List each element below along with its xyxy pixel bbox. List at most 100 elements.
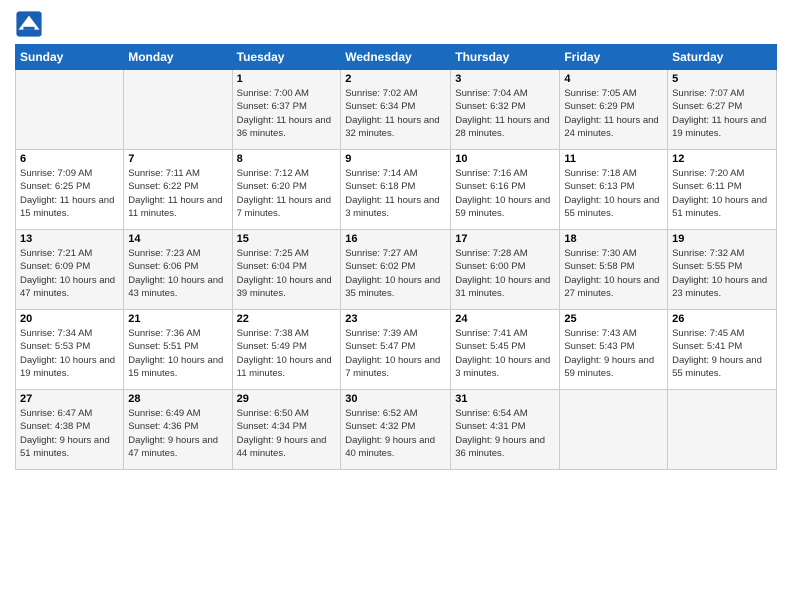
cell-w2-d5: 10Sunrise: 7:16 AMSunset: 6:16 PMDayligh… <box>451 150 560 230</box>
cell-w3-d6: 18 Sunrise: 7:30 AMSunset: 5:58 PMDayligh… <box>560 230 668 310</box>
cell-w4-d2: 21 Sunrise: 7:36 AMSunset: 5:51 PMDayligh… <box>124 310 232 390</box>
cell-w3-d2: 14 Sunrise: 7:23 AMSunset: 6:06 PMDayligh… <box>124 230 232 310</box>
cell-w1-d6: 4 Sunrise: 7:05 AMSunset: 6:29 PMDaylight… <box>560 70 668 150</box>
cell-w2-d2: 7Sunrise: 7:11 AMSunset: 6:22 PMDaylight… <box>124 150 232 230</box>
day-number: 19 <box>672 233 772 245</box>
day-number: 3 <box>455 73 555 85</box>
day-detail: Sunrise: 7:38 AMSunset: 5:49 PMDaylight:… <box>237 328 332 379</box>
week-row-3: 13 Sunrise: 7:21 AMSunset: 6:09 PMDayligh… <box>16 230 777 310</box>
day-number: 24 <box>455 313 555 325</box>
header-saturday: Saturday <box>668 45 777 70</box>
day-detail: Sunrise: 7:02 AMSunset: 6:34 PMDaylight:… <box>345 88 439 139</box>
header-friday: Friday <box>560 45 668 70</box>
day-number: 2 <box>345 73 446 85</box>
cell-w1-d7: 5 Sunrise: 7:07 AMSunset: 6:27 PMDaylight… <box>668 70 777 150</box>
day-number: 26 <box>672 313 772 325</box>
cell-w2-d1: 6 Sunrise: 7:09 AMSunset: 6:25 PMDaylight… <box>16 150 124 230</box>
day-detail: Sunrise: 7:39 AMSunset: 5:47 PMDaylight:… <box>345 328 440 379</box>
header-row: Sunday Monday Tuesday Wednesday Thursday… <box>16 45 777 70</box>
cell-w2-d4: 9Sunrise: 7:14 AMSunset: 6:18 PMDaylight… <box>341 150 451 230</box>
day-detail: Sunrise: 6:52 AMSunset: 4:32 PMDaylight:… <box>345 408 435 459</box>
day-number: 18 <box>564 233 663 245</box>
cell-w5-d5: 31Sunrise: 6:54 AMSunset: 4:31 PMDayligh… <box>451 390 560 470</box>
cell-w3-d1: 13 Sunrise: 7:21 AMSunset: 6:09 PMDayligh… <box>16 230 124 310</box>
cell-w3-d5: 17 Sunrise: 7:28 AMSunset: 6:00 PMDayligh… <box>451 230 560 310</box>
day-detail: Sunrise: 7:18 AMSunset: 6:13 PMDaylight:… <box>564 168 659 219</box>
day-detail: Sunrise: 7:12 AMSunset: 6:20 PMDaylight:… <box>237 168 331 219</box>
cell-w5-d7 <box>668 390 777 470</box>
cell-w4-d4: 23 Sunrise: 7:39 AMSunset: 5:47 PMDayligh… <box>341 310 451 390</box>
day-detail: Sunrise: 7:05 AMSunset: 6:29 PMDaylight:… <box>564 88 658 139</box>
day-detail: Sunrise: 7:23 AMSunset: 6:06 PMDaylight:… <box>128 248 223 299</box>
day-number: 27 <box>20 393 119 405</box>
day-number: 25 <box>564 313 663 325</box>
day-number: 29 <box>237 393 337 405</box>
day-detail: Sunrise: 7:36 AMSunset: 5:51 PMDaylight:… <box>128 328 223 379</box>
day-detail: Sunrise: 7:20 AMSunset: 6:11 PMDaylight:… <box>672 168 767 219</box>
day-detail: Sunrise: 7:30 AMSunset: 5:58 PMDaylight:… <box>564 248 659 299</box>
cell-w1-d4: 2 Sunrise: 7:02 AMSunset: 6:34 PMDaylight… <box>341 70 451 150</box>
day-number: 5 <box>672 73 772 85</box>
day-detail: Sunrise: 7:14 AMSunset: 6:18 PMDaylight:… <box>345 168 439 219</box>
cell-w3-d3: 15 Sunrise: 7:25 AMSunset: 6:04 PMDayligh… <box>232 230 341 310</box>
day-number: 8 <box>237 153 337 165</box>
day-detail: Sunrise: 7:27 AMSunset: 6:02 PMDaylight:… <box>345 248 440 299</box>
day-number: 15 <box>237 233 337 245</box>
cell-w1-d2 <box>124 70 232 150</box>
day-detail: Sunrise: 7:34 AMSunset: 5:53 PMDaylight:… <box>20 328 115 379</box>
cell-w5-d1: 27 Sunrise: 6:47 AMSunset: 4:38 PMDayligh… <box>16 390 124 470</box>
day-number: 14 <box>128 233 227 245</box>
cell-w4-d3: 22 Sunrise: 7:38 AMSunset: 5:49 PMDayligh… <box>232 310 341 390</box>
day-number: 1 <box>237 73 337 85</box>
day-detail: Sunrise: 7:25 AMSunset: 6:04 PMDaylight:… <box>237 248 332 299</box>
day-number: 16 <box>345 233 446 245</box>
day-detail: Sunrise: 6:50 AMSunset: 4:34 PMDaylight:… <box>237 408 327 459</box>
day-detail: Sunrise: 6:49 AMSunset: 4:36 PMDaylight:… <box>128 408 218 459</box>
day-number: 31 <box>455 393 555 405</box>
day-detail: Sunrise: 7:09 AMSunset: 6:25 PMDaylight:… <box>20 168 114 219</box>
cell-w3-d4: 16 Sunrise: 7:27 AMSunset: 6:02 PMDayligh… <box>341 230 451 310</box>
cell-w1-d1 <box>16 70 124 150</box>
day-detail: Sunrise: 7:21 AMSunset: 6:09 PMDaylight:… <box>20 248 115 299</box>
day-detail: Sunrise: 7:45 AMSunset: 5:41 PMDaylight:… <box>672 328 762 379</box>
day-detail: Sunrise: 7:32 AMSunset: 5:55 PMDaylight:… <box>672 248 767 299</box>
header-sunday: Sunday <box>16 45 124 70</box>
header-monday: Monday <box>124 45 232 70</box>
cell-w4-d1: 20Sunrise: 7:34 AMSunset: 5:53 PMDayligh… <box>16 310 124 390</box>
cell-w5-d4: 30Sunrise: 6:52 AMSunset: 4:32 PMDayligh… <box>341 390 451 470</box>
day-number: 17 <box>455 233 555 245</box>
week-row-4: 20Sunrise: 7:34 AMSunset: 5:53 PMDayligh… <box>16 310 777 390</box>
day-number: 6 <box>20 153 119 165</box>
cell-w4-d7: 26 Sunrise: 7:45 AMSunset: 5:41 PMDayligh… <box>668 310 777 390</box>
day-detail: Sunrise: 7:00 AMSunset: 6:37 PMDaylight:… <box>237 88 331 139</box>
cell-w1-d5: 3Sunrise: 7:04 AMSunset: 6:32 PMDaylight… <box>451 70 560 150</box>
day-detail: Sunrise: 7:41 AMSunset: 5:45 PMDaylight:… <box>455 328 550 379</box>
cell-w2-d6: 11Sunrise: 7:18 AMSunset: 6:13 PMDayligh… <box>560 150 668 230</box>
header-thursday: Thursday <box>451 45 560 70</box>
week-row-1: 1 Sunrise: 7:00 AMSunset: 6:37 PMDaylight… <box>16 70 777 150</box>
day-detail: Sunrise: 7:43 AMSunset: 5:43 PMDaylight:… <box>564 328 654 379</box>
day-number: 4 <box>564 73 663 85</box>
day-detail: Sunrise: 7:07 AMSunset: 6:27 PMDaylight:… <box>672 88 766 139</box>
day-number: 21 <box>128 313 227 325</box>
cell-w5-d3: 29 Sunrise: 6:50 AMSunset: 4:34 PMDayligh… <box>232 390 341 470</box>
logo-icon <box>15 10 43 38</box>
day-detail: Sunrise: 7:28 AMSunset: 6:00 PMDaylight:… <box>455 248 550 299</box>
cell-w5-d6 <box>560 390 668 470</box>
logo <box>15 10 47 38</box>
day-detail: Sunrise: 6:47 AMSunset: 4:38 PMDaylight:… <box>20 408 110 459</box>
cell-w4-d6: 25 Sunrise: 7:43 AMSunset: 5:43 PMDayligh… <box>560 310 668 390</box>
cell-w3-d7: 19 Sunrise: 7:32 AMSunset: 5:55 PMDayligh… <box>668 230 777 310</box>
cell-w2-d3: 8 Sunrise: 7:12 AMSunset: 6:20 PMDaylight… <box>232 150 341 230</box>
header-wednesday: Wednesday <box>341 45 451 70</box>
week-row-5: 27 Sunrise: 6:47 AMSunset: 4:38 PMDayligh… <box>16 390 777 470</box>
day-number: 22 <box>237 313 337 325</box>
cell-w2-d7: 12Sunrise: 7:20 AMSunset: 6:11 PMDayligh… <box>668 150 777 230</box>
cell-w4-d5: 24 Sunrise: 7:41 AMSunset: 5:45 PMDayligh… <box>451 310 560 390</box>
cell-w5-d2: 28Sunrise: 6:49 AMSunset: 4:36 PMDayligh… <box>124 390 232 470</box>
day-number: 23 <box>345 313 446 325</box>
day-number: 13 <box>20 233 119 245</box>
week-row-2: 6 Sunrise: 7:09 AMSunset: 6:25 PMDaylight… <box>16 150 777 230</box>
page-header <box>15 10 777 38</box>
cell-w1-d3: 1 Sunrise: 7:00 AMSunset: 6:37 PMDaylight… <box>232 70 341 150</box>
